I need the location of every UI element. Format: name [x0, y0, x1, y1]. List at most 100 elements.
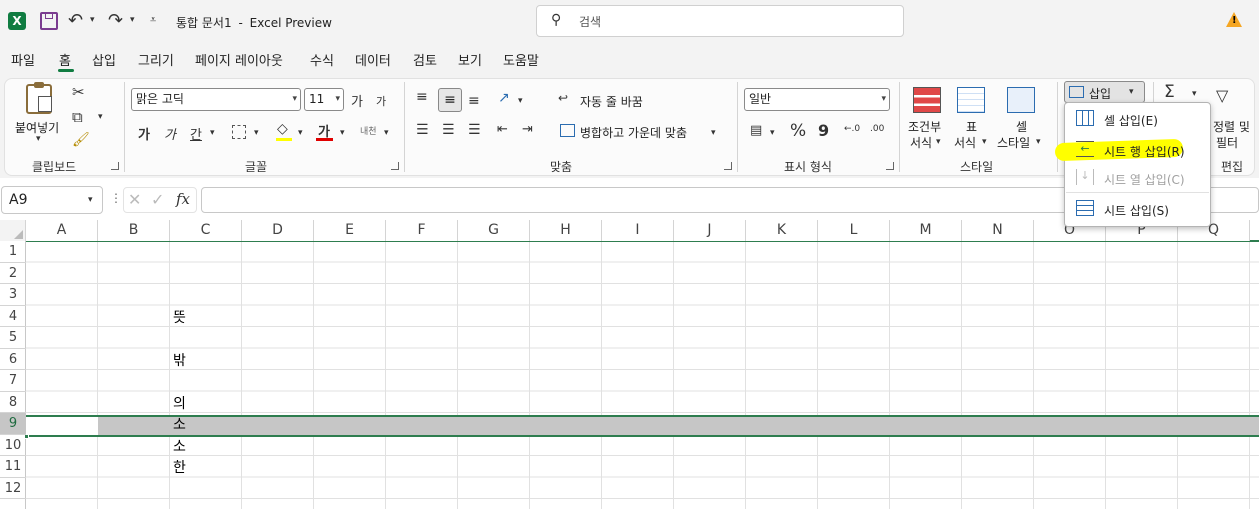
merge-center-icon[interactable] [560, 124, 575, 137]
insert-sheet-item[interactable]: 시트 삽입(S) [1066, 194, 1208, 224]
chevron-down-icon[interactable]: ▾ [254, 128, 259, 138]
column-header-e[interactable]: E [314, 220, 386, 241]
tab-view[interactable]: 보기 [458, 50, 482, 69]
italic-button[interactable]: 가 [164, 124, 176, 143]
column-header-a[interactable]: A [26, 220, 98, 241]
increase-indent-icon[interactable]: ⇥ [522, 122, 533, 137]
confirm-icon[interactable]: ✓ [151, 190, 164, 209]
align-right-icon[interactable]: ☰ [468, 122, 481, 138]
column-header-j[interactable]: J [674, 220, 746, 241]
column-header-g[interactable]: G [458, 220, 530, 241]
accounting-format-icon[interactable]: ▤ [750, 123, 762, 138]
format-as-table-label-2[interactable]: 서식 [954, 134, 976, 151]
select-all-corner[interactable] [0, 220, 26, 241]
tab-review[interactable]: 검토 [413, 50, 437, 69]
bold-button[interactable]: 가 [138, 124, 150, 143]
cancel-icon[interactable]: ✕ [128, 190, 141, 209]
chevron-down-icon[interactable]: ▾ [518, 96, 523, 106]
customize-toolbar-icon[interactable]: ⩡ [150, 13, 156, 27]
shrink-font-button[interactable]: 가 [376, 93, 386, 109]
chevron-down-icon[interactable]: ▾ [36, 134, 41, 144]
fill-color-icon[interactable]: ◇ [277, 121, 288, 137]
chevron-down-icon[interactable]: ▾ [1036, 137, 1041, 147]
sort-filter-label-1[interactable]: 정렬 및 [1213, 118, 1250, 135]
row-header-1[interactable]: 1 [0, 241, 26, 263]
sort-filter-label-2[interactable]: 필터 [1216, 134, 1238, 151]
conditional-formatting-label-1[interactable]: 조건부 [908, 118, 941, 135]
row-header-12[interactable]: 12 [0, 478, 26, 499]
chevron-down-icon[interactable]: ▾ [982, 137, 987, 147]
column-header-l[interactable]: L [818, 220, 890, 241]
comma-button[interactable]: 9 [818, 121, 829, 140]
tab-insert[interactable]: 삽입 [92, 50, 116, 69]
sort-filter-icon[interactable]: ▽ [1216, 86, 1228, 105]
row-header-10[interactable]: 10 [0, 435, 26, 456]
cut-icon[interactable]: ✂ [72, 83, 85, 101]
row-header-2[interactable]: 2 [0, 263, 26, 284]
chevron-down-icon[interactable]: ▾ [98, 112, 103, 122]
cell-c8[interactable]: 의 [173, 393, 186, 413]
tab-draw[interactable]: 그리기 [138, 50, 174, 69]
tab-data[interactable]: 데이터 [355, 50, 391, 69]
undo-icon[interactable]: ↶ [68, 10, 83, 31]
chevron-down-icon[interactable]: ▾ [130, 15, 135, 25]
cell-styles-label-1[interactable]: 셀 [1016, 118, 1027, 135]
chevron-down-icon[interactable]: ▾ [210, 128, 215, 138]
align-bottom-icon[interactable]: ≡ [468, 93, 480, 109]
row-header-8[interactable]: 8 [0, 392, 26, 413]
cell-c11[interactable]: 한 [173, 457, 186, 477]
format-as-table-label-1[interactable]: 표 [966, 118, 977, 135]
number-format-select[interactable]: 일반 ▾ [744, 88, 890, 111]
search-box[interactable]: ⚲ 검색 [536, 5, 904, 37]
font-size-select[interactable]: 11 ▾ [304, 88, 344, 111]
warning-icon[interactable]: ! [1226, 12, 1242, 27]
align-left-icon[interactable]: ☰ [416, 122, 429, 138]
dialog-launcher-icon[interactable] [111, 162, 119, 170]
column-header-i[interactable]: I [602, 220, 674, 241]
tab-formulas[interactable]: 수식 [310, 50, 334, 69]
column-header-d[interactable]: D [242, 220, 314, 241]
more-options-icon[interactable]: ⋮ [110, 191, 122, 205]
dialog-launcher-icon[interactable] [391, 162, 399, 170]
column-header-h[interactable]: H [530, 220, 602, 241]
align-top-icon[interactable]: ≡ [416, 89, 428, 105]
insert-cells-item[interactable]: 셀 삽입(E) [1066, 104, 1208, 134]
cell-styles-icon[interactable] [1007, 87, 1035, 113]
tab-page-layout[interactable]: 페이지 레이아웃 [195, 50, 283, 69]
active-cell[interactable] [26, 417, 98, 435]
chevron-down-icon[interactable]: ▾ [90, 15, 95, 25]
insert-button[interactable]: 삽입 ▾ [1064, 81, 1145, 103]
underline-button[interactable]: 간 [190, 124, 202, 143]
phonetic-guide-button[interactable]: 내천 [360, 124, 377, 137]
row-header-4[interactable]: 4 [0, 306, 26, 327]
chevron-down-icon[interactable]: ▾ [384, 128, 389, 138]
row-header-3[interactable]: 3 [0, 284, 26, 306]
column-header-k[interactable]: K [746, 220, 818, 241]
row-header-9[interactable]: 9 [0, 413, 26, 435]
row-header-7[interactable]: 7 [0, 370, 26, 392]
column-header-m[interactable]: M [890, 220, 962, 241]
row-header-6[interactable]: 6 [0, 349, 26, 370]
tab-help[interactable]: 도움말 [503, 50, 539, 69]
paste-icon[interactable] [26, 82, 52, 114]
column-header-b[interactable]: B [98, 220, 170, 241]
conditional-formatting-icon[interactable] [913, 87, 941, 113]
tab-file[interactable]: 파일 [11, 50, 35, 69]
row-header-5[interactable]: 5 [0, 327, 26, 349]
dialog-launcher-icon[interactable] [724, 162, 732, 170]
increase-decimal-icon[interactable]: ←.0 [844, 124, 860, 134]
borders-icon[interactable] [232, 125, 246, 139]
format-painter-icon[interactable]: 🖌 [72, 132, 90, 148]
tab-home[interactable]: 홈 [59, 50, 71, 69]
cell-c4[interactable]: 뜻 [173, 307, 186, 327]
decrease-decimal-icon[interactable]: .00 [870, 124, 884, 134]
align-center-icon[interactable]: ☰ [442, 122, 455, 138]
conditional-formatting-label-2[interactable]: 서식 [910, 134, 932, 151]
orientation-icon[interactable]: ↗ [498, 90, 510, 106]
font-name-select[interactable]: 맑은 고딕 ▾ [131, 88, 301, 111]
wrap-text-icon[interactable]: ↩ [558, 91, 568, 105]
grow-font-button[interactable]: 가 [351, 91, 363, 110]
merge-center-button[interactable]: 병합하고 가운데 맞춤 [580, 124, 687, 141]
cell-c10[interactable]: 소 [173, 436, 186, 456]
copy-icon[interactable]: ⧉ [72, 108, 83, 126]
